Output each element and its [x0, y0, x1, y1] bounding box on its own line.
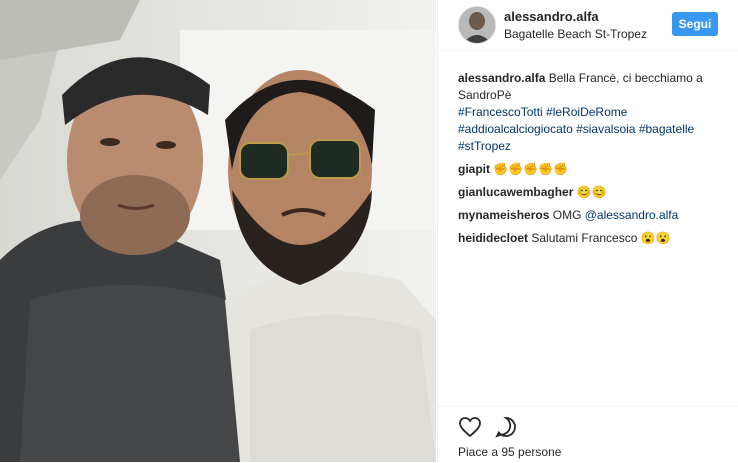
hashtag[interactable]: #siavalsoia [576, 122, 635, 136]
caption-username[interactable]: alessandro.alfa [458, 71, 545, 85]
comments-list: alessandro.alfa Bella Francè, ci becchia… [458, 70, 723, 253]
comment-item: gianlucawembagher 😊😊 [458, 184, 723, 201]
caption: alessandro.alfa Bella Francè, ci becchia… [458, 70, 723, 155]
avatar[interactable] [458, 6, 496, 44]
heart-icon[interactable] [458, 415, 482, 439]
post-actions: Piace a 95 persone [438, 406, 738, 463]
hashtag[interactable]: #stTropez [458, 139, 511, 153]
comment-item: mynameisheros OMG @alessandro.alfa [458, 207, 723, 224]
hashtag[interactable]: #bagatelle [639, 122, 694, 136]
comment-icon[interactable] [494, 415, 518, 439]
post-side-panel: alessandro.alfa Bagatelle Beach St-Trope… [437, 0, 738, 462]
comment-text: ✊✊✊✊✊ [493, 162, 569, 176]
selfie-image [0, 0, 436, 462]
header-username[interactable]: alessandro.alfa [504, 9, 599, 24]
comment-username[interactable]: heididecloet [458, 231, 528, 245]
header-location[interactable]: Bagatelle Beach St-Tropez [504, 27, 647, 41]
follow-button[interactable]: Segui [672, 12, 718, 36]
comment-item: heididecloet Salutami Francesco 😮😮 [458, 230, 723, 247]
comment-mention[interactable]: @alessandro.alfa [585, 208, 679, 222]
comment-username[interactable]: giapit [458, 162, 490, 176]
post-photo[interactable] [0, 0, 436, 462]
hashtag[interactable]: #leRoiDeRome [546, 105, 627, 119]
likes-count[interactable]: Piace a 95 persone [458, 445, 561, 459]
comment-username[interactable]: mynameisheros [458, 208, 549, 222]
comment-text: 😊😊 [576, 185, 607, 199]
comment-text: Salutami Francesco 😮😮 [531, 231, 671, 245]
comment-text: OMG [552, 208, 585, 222]
hashtag[interactable]: #FrancescoTotti [458, 105, 543, 119]
hashtag[interactable]: #addioalcalciogiocato [458, 122, 573, 136]
comment-item: giapit ✊✊✊✊✊ [458, 161, 723, 178]
post-header: alessandro.alfa Bagatelle Beach St-Trope… [438, 0, 738, 51]
comment-username[interactable]: gianlucawembagher [458, 185, 573, 199]
